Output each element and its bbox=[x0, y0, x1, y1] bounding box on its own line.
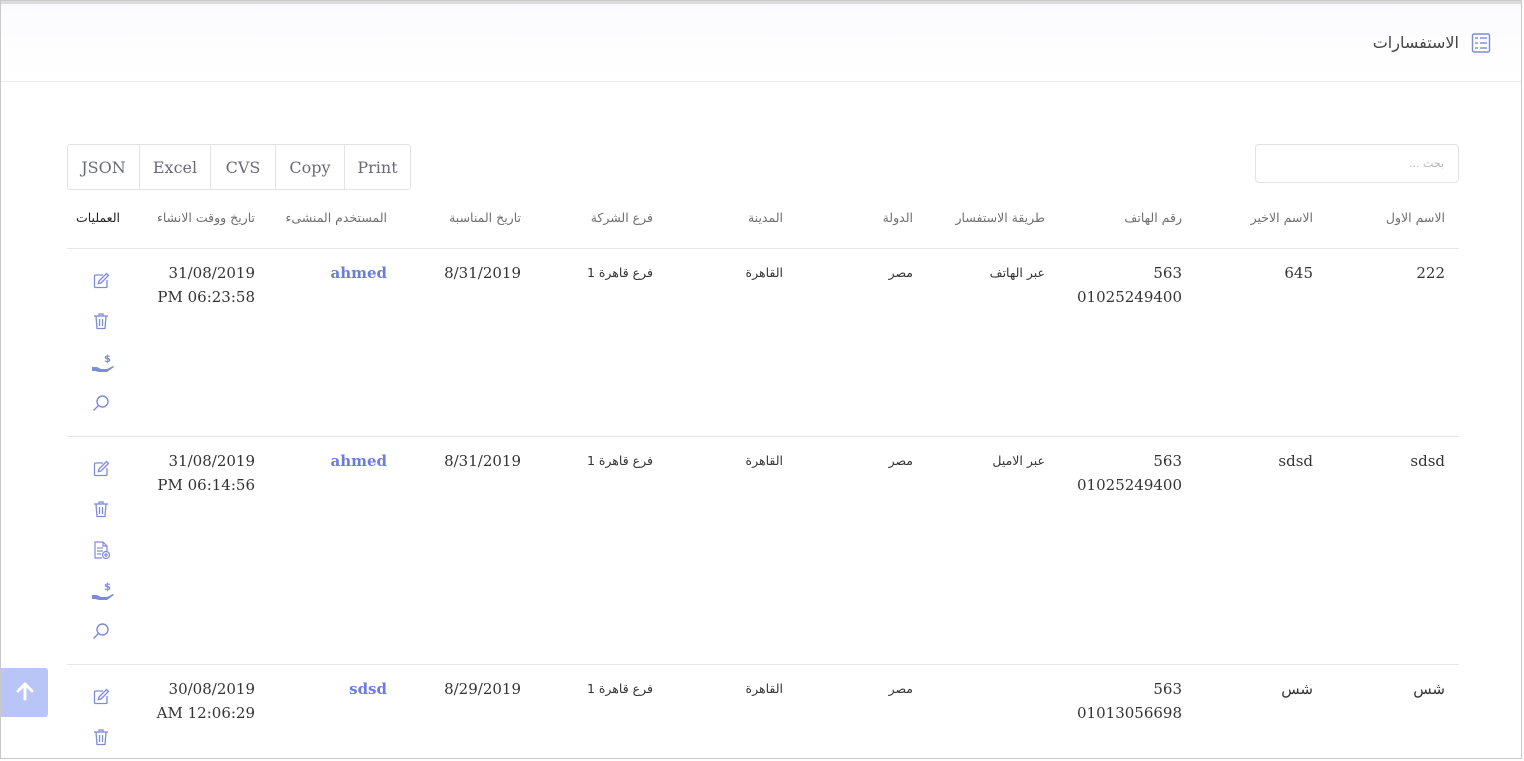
scroll-to-top-button[interactable] bbox=[1, 668, 48, 717]
cell-occasion-date: 8/31/2019 bbox=[444, 264, 521, 282]
cell-phone-line1: 563 bbox=[1153, 264, 1182, 282]
app-window: الاستفسارات JSON Excel CVS Copy Print ال… bbox=[0, 0, 1522, 759]
hand-dollar-icon[interactable]: $ bbox=[91, 580, 115, 604]
th-country[interactable]: الدولة bbox=[883, 210, 913, 225]
th-created-at[interactable]: تاريخ ووقت الانشاء bbox=[157, 210, 255, 225]
export-button-group: JSON Excel CVS Copy Print bbox=[67, 144, 411, 190]
page-header: الاستفسارات bbox=[1, 4, 1521, 82]
hand-dollar-icon[interactable]: $ bbox=[91, 352, 115, 376]
cell-occasion-date: 8/29/2019 bbox=[444, 680, 521, 698]
cell-branch: فرع قاهرة 1 bbox=[586, 453, 653, 468]
edit-icon[interactable] bbox=[91, 687, 111, 707]
cell-phone-line1: 563 bbox=[1153, 680, 1182, 698]
th-created-by[interactable]: المستخدم المنشىء bbox=[285, 210, 387, 225]
cell-inquiry-method: عبر الهاتف bbox=[989, 265, 1045, 280]
cell-created-time: PM 06:23:58 bbox=[157, 288, 255, 306]
cell-city: القاهرة bbox=[745, 681, 783, 696]
export-csv-button[interactable]: CVS bbox=[211, 145, 276, 189]
cell-country: مصر bbox=[888, 681, 913, 696]
list-check-icon bbox=[1471, 32, 1491, 54]
row-divider bbox=[67, 436, 1459, 437]
export-excel-button[interactable]: Excel bbox=[140, 145, 211, 189]
trash-icon[interactable] bbox=[91, 727, 111, 747]
cell-phone-line1: 563 bbox=[1153, 452, 1182, 470]
cell-branch: فرع قاهرة 1 bbox=[586, 681, 653, 696]
cell-created-date: 30/08/2019 bbox=[168, 680, 255, 698]
edit-icon[interactable] bbox=[91, 459, 111, 479]
header-divider bbox=[67, 248, 1459, 249]
th-operations: العمليات bbox=[75, 210, 120, 225]
copy-button[interactable]: Copy bbox=[276, 145, 345, 189]
th-first-name[interactable]: الاسم الاول bbox=[1386, 210, 1445, 225]
svg-text:$: $ bbox=[104, 354, 111, 365]
cell-phone-line2: 01025249400 bbox=[1077, 476, 1182, 494]
cell-city: القاهرة bbox=[745, 265, 783, 280]
cell-branch: فرع قاهرة 1 bbox=[586, 265, 653, 280]
th-occasion-date[interactable]: تاريخ المناسبة bbox=[449, 210, 521, 225]
th-last-name[interactable]: الاسم الاخير bbox=[1251, 210, 1313, 225]
cell-first-name: 222 bbox=[1416, 264, 1445, 282]
cell-created-by[interactable]: sdsd bbox=[349, 677, 387, 701]
cell-created-date: 31/08/2019 bbox=[168, 264, 255, 282]
cell-first-name: شس bbox=[1413, 680, 1445, 698]
cell-created-by[interactable]: ahmed bbox=[330, 261, 387, 285]
cell-phone-line2: 01025249400 bbox=[1077, 288, 1182, 306]
cell-last-name: sdsd bbox=[1278, 452, 1313, 470]
cell-phone-line2: 01013056698 bbox=[1077, 704, 1182, 722]
th-phone[interactable]: رقم الهاتف bbox=[1124, 210, 1182, 225]
cell-occasion-date: 8/31/2019 bbox=[444, 452, 521, 470]
th-inquiry-method[interactable]: طريقة الاستفسار bbox=[956, 210, 1046, 225]
trash-icon[interactable] bbox=[91, 311, 111, 331]
cell-inquiry-method: عبر الاميل bbox=[992, 453, 1045, 468]
search-icon[interactable] bbox=[91, 621, 111, 641]
cell-created-time: AM 12:06:29 bbox=[156, 704, 255, 722]
export-json-button[interactable]: JSON bbox=[68, 145, 140, 189]
cell-first-name: sdsd bbox=[1410, 452, 1445, 470]
cell-country: مصر bbox=[888, 453, 913, 468]
cell-last-name: شس bbox=[1281, 680, 1313, 698]
cell-last-name: 645 bbox=[1284, 264, 1313, 282]
print-button[interactable]: Print bbox=[345, 145, 410, 189]
page-title: الاستفسارات bbox=[1372, 33, 1459, 52]
document-add-icon[interactable] bbox=[91, 540, 111, 560]
edit-icon[interactable] bbox=[91, 271, 111, 291]
th-city[interactable]: المدينة bbox=[748, 210, 783, 225]
th-branch[interactable]: فرع الشركة bbox=[591, 210, 653, 225]
trash-icon[interactable] bbox=[91, 499, 111, 519]
search-icon[interactable] bbox=[91, 393, 111, 413]
row-divider bbox=[67, 664, 1459, 665]
cell-city: القاهرة bbox=[745, 453, 783, 468]
arrow-up-icon bbox=[14, 680, 36, 706]
svg-text:$: $ bbox=[104, 582, 111, 593]
cell-country: مصر bbox=[888, 265, 913, 280]
search-input[interactable] bbox=[1255, 144, 1459, 183]
cell-created-time: PM 06:14:56 bbox=[157, 476, 255, 494]
cell-created-date: 31/08/2019 bbox=[168, 452, 255, 470]
cell-created-by[interactable]: ahmed bbox=[330, 449, 387, 473]
